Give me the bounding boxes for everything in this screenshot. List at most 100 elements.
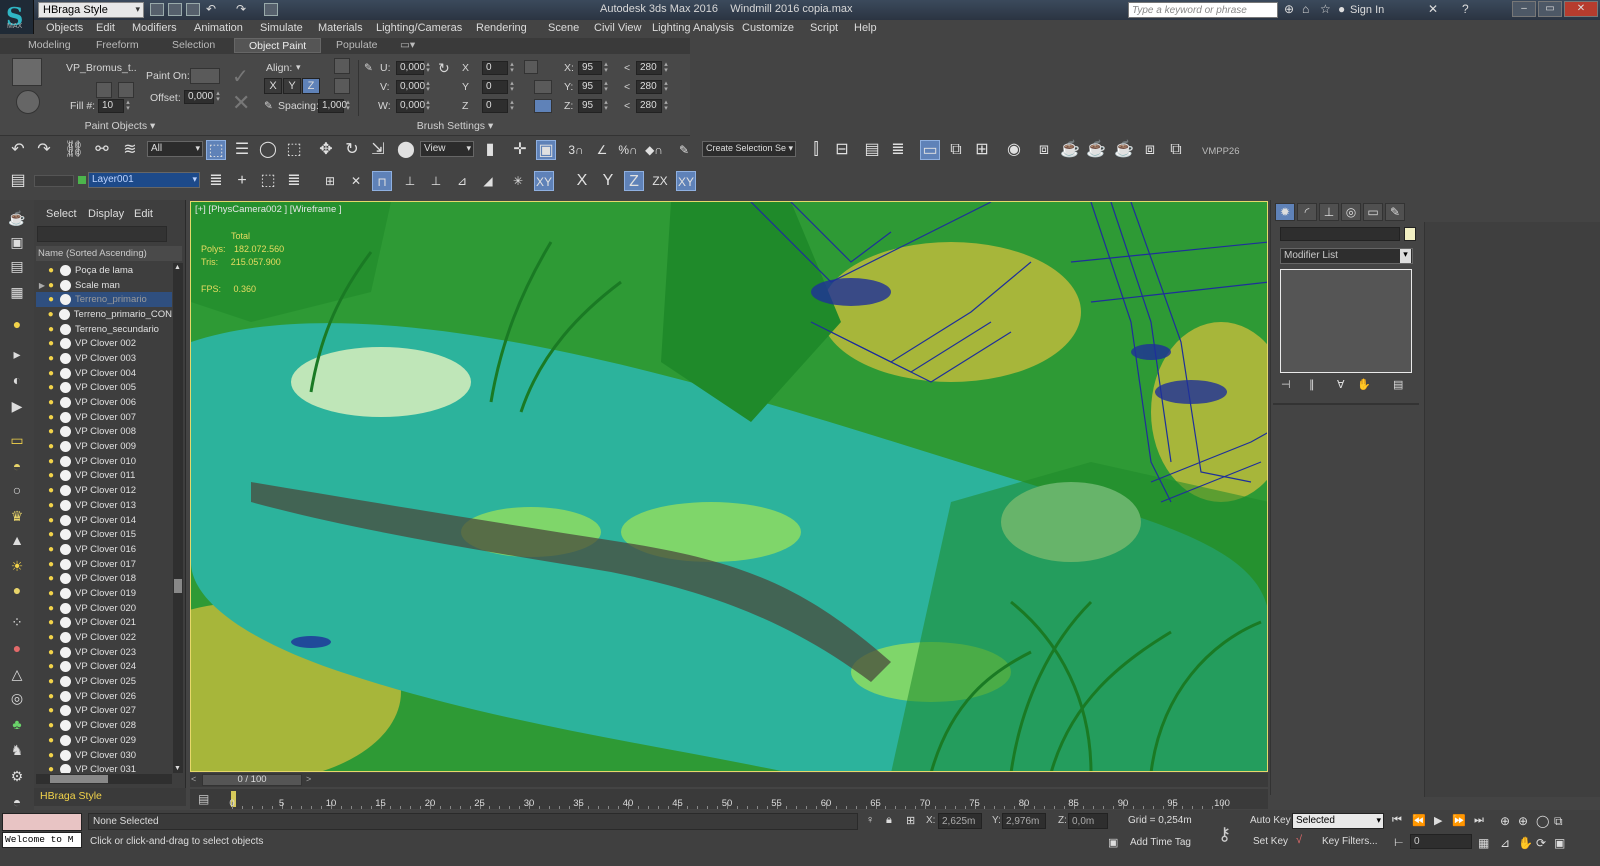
track-bar[interactable]: ▤ 0 5 10 15 20 25 30 35 40 45 50 55 60 65 70 75 80 85 90 95… bbox=[190, 789, 1268, 809]
project-folder-icon[interactable] bbox=[264, 3, 278, 16]
visibility-bulb-icon[interactable]: ● bbox=[48, 705, 59, 716]
visibility-bulb-icon[interactable]: ● bbox=[48, 676, 59, 687]
explorer-row[interactable]: ● VP Clover 007 bbox=[36, 410, 172, 425]
set-key-button[interactable]: Set Key bbox=[1253, 836, 1288, 847]
create-tab-icon[interactable]: ✹ bbox=[1275, 203, 1295, 221]
undo-icon[interactable]: ↶ bbox=[206, 2, 216, 16]
visibility-bulb-icon[interactable]: ● bbox=[48, 559, 59, 570]
light-bulb-icon[interactable]: ● bbox=[7, 316, 27, 334]
rotate-y-spinner[interactable]: 0 bbox=[482, 79, 517, 94]
new-file-icon[interactable] bbox=[150, 3, 164, 16]
select-object-icon[interactable]: ⬚ bbox=[206, 140, 226, 160]
freeze-toggle-icon[interactable] bbox=[60, 382, 71, 394]
rotate-icon[interactable]: ↻ bbox=[438, 60, 450, 77]
x-coord-field[interactable]: 2,625m bbox=[938, 813, 982, 829]
z-coord-field[interactable]: 0,0m bbox=[1068, 813, 1108, 829]
selection-region-icon[interactable]: ◯ bbox=[258, 140, 278, 160]
maximize-toggle-icon[interactable]: ▣ bbox=[1554, 836, 1565, 850]
curve-editor-icon[interactable]: ⧉ bbox=[946, 140, 966, 160]
workspace-dropdown[interactable]: HBraga Style bbox=[38, 2, 144, 18]
menu-simulate[interactable]: Simulate bbox=[260, 22, 303, 34]
visibility-bulb-icon[interactable]: ● bbox=[48, 294, 59, 305]
explorer-row[interactable]: ● VP Clover 025 bbox=[36, 674, 172, 689]
tab-selection[interactable]: Selection bbox=[172, 39, 215, 51]
explorer-row[interactable]: ● VP Clover 022 bbox=[36, 630, 172, 645]
make-unique-icon[interactable]: ∀ bbox=[1337, 378, 1345, 391]
visibility-bulb-icon[interactable]: ● bbox=[48, 750, 59, 761]
user-icon[interactable]: ● bbox=[1338, 2, 1345, 16]
next-frame-icon[interactable]: > bbox=[306, 774, 311, 784]
snap-pivot-icon[interactable]: ✕ bbox=[346, 171, 366, 191]
menu-edit[interactable]: Edit bbox=[96, 22, 115, 34]
plant-icon[interactable]: ♣ bbox=[7, 716, 27, 734]
visibility-bulb-icon[interactable]: ● bbox=[48, 280, 59, 291]
time-tag-icon[interactable]: ▣ bbox=[1108, 836, 1118, 849]
visibility-bulb-icon[interactable]: ● bbox=[48, 573, 59, 584]
search-input[interactable]: Type a keyword or phrase bbox=[1128, 2, 1278, 18]
modifier-list-dropdown[interactable]: Modifier List bbox=[1280, 248, 1413, 264]
visibility-bulb-icon[interactable]: ● bbox=[48, 529, 59, 540]
window-crossing-icon[interactable]: ⬚ bbox=[284, 140, 304, 160]
explorer-row[interactable]: ● VP Clover 031 bbox=[36, 762, 172, 773]
explorer-horizontal-scrollbar[interactable] bbox=[36, 774, 172, 784]
scale-x-max-spinner[interactable]: 280 bbox=[636, 60, 671, 75]
freeze-toggle-icon[interactable] bbox=[60, 705, 71, 717]
display-tab-icon[interactable]: ▭ bbox=[1363, 203, 1383, 221]
hscroll-thumb[interactable] bbox=[50, 775, 108, 783]
rotate-x-spinner[interactable]: 0 bbox=[482, 60, 517, 75]
visibility-bulb-icon[interactable]: ● bbox=[48, 500, 59, 511]
brush-settings-panel-title[interactable]: Brush Settings ▾ bbox=[410, 120, 500, 134]
edit-named-selections-icon[interactable]: ✎ bbox=[674, 140, 694, 160]
maximize-button[interactable]: ▭ bbox=[1538, 1, 1562, 17]
bind-space-warp-icon[interactable]: ≋ bbox=[120, 140, 140, 160]
select-manipulate-icon[interactable]: ✛ bbox=[510, 140, 530, 160]
snap-xy-plane-icon[interactable]: XY bbox=[534, 171, 554, 191]
rotate-icon[interactable]: ↻ bbox=[342, 140, 362, 160]
create-layer-icon[interactable]: ≣ bbox=[206, 171, 226, 191]
animal-icon[interactable]: ♞ bbox=[7, 742, 27, 760]
key-mode-dropdown[interactable]: Selected bbox=[1292, 813, 1384, 829]
show-end-result-icon[interactable]: ∥ bbox=[1309, 378, 1315, 391]
flip-normal-icon[interactable] bbox=[334, 78, 350, 94]
object-name-input[interactable] bbox=[1280, 227, 1400, 241]
align-z-button[interactable]: Z bbox=[302, 78, 320, 94]
explorer-row[interactable]: ● Terreno_primario bbox=[36, 292, 172, 308]
visibility-bulb-icon[interactable]: ● bbox=[48, 397, 59, 408]
align-x-button[interactable]: X bbox=[264, 78, 282, 94]
particles-icon[interactable]: ⁘ bbox=[7, 614, 27, 632]
render-cloud-icon[interactable]: ⧈ bbox=[1140, 140, 1160, 160]
explorer-filter-input[interactable] bbox=[37, 226, 167, 242]
freeze-toggle-icon[interactable] bbox=[60, 470, 71, 482]
visibility-bulb-icon[interactable]: ● bbox=[48, 441, 59, 452]
time-configuration-icon[interactable]: ▦ bbox=[1478, 836, 1489, 850]
visibility-bulb-icon[interactable]: ● bbox=[48, 485, 59, 496]
spacing-spinner[interactable]: 1,000 bbox=[318, 98, 353, 113]
ball-icon[interactable]: ● bbox=[7, 582, 27, 600]
motion-tab-icon[interactable]: ◎ bbox=[1341, 203, 1361, 221]
absolute-mode-icon[interactable]: ⊞ bbox=[906, 814, 915, 827]
menu-customize[interactable]: Customize bbox=[742, 22, 794, 34]
scroll-down-icon[interactable]: ▼ bbox=[174, 765, 181, 772]
configure-modifier-sets-icon[interactable]: ▤ bbox=[1393, 378, 1403, 391]
freeze-toggle-icon[interactable] bbox=[60, 367, 71, 379]
ribbon-options-icon[interactable]: ▭▾ bbox=[400, 39, 415, 51]
previous-frame-icon[interactable]: ⏪ bbox=[1412, 814, 1426, 827]
move-icon[interactable]: ✥ bbox=[316, 140, 336, 160]
select-by-name-icon[interactable]: ☰ bbox=[232, 140, 252, 160]
explorer-row[interactable]: ● VP Clover 003 bbox=[36, 351, 172, 366]
display-icon[interactable]: ▣ bbox=[7, 234, 27, 252]
visibility-bulb-icon[interactable]: ● bbox=[48, 309, 59, 320]
freeze-toggle-icon[interactable] bbox=[60, 602, 71, 614]
snap-edge-icon[interactable]: ⊥ bbox=[400, 171, 420, 191]
freeze-toggle-icon[interactable] bbox=[60, 749, 71, 761]
visibility-bulb-icon[interactable]: ● bbox=[48, 617, 59, 628]
paint-settings-icon[interactable] bbox=[118, 82, 134, 98]
rotate-z-spinner[interactable]: 0 bbox=[482, 98, 517, 113]
scale-x-spinner[interactable]: 95 bbox=[578, 60, 611, 75]
explorer-row[interactable]: ● VP Clover 004 bbox=[36, 366, 172, 381]
visibility-bulb-icon[interactable]: ● bbox=[48, 661, 59, 672]
freeze-toggle-icon[interactable] bbox=[60, 587, 71, 599]
place-icon[interactable]: ⬤ bbox=[396, 140, 416, 160]
visibility-bulb-icon[interactable]: ● bbox=[48, 588, 59, 599]
menu-scene[interactable]: Scene bbox=[548, 22, 579, 34]
